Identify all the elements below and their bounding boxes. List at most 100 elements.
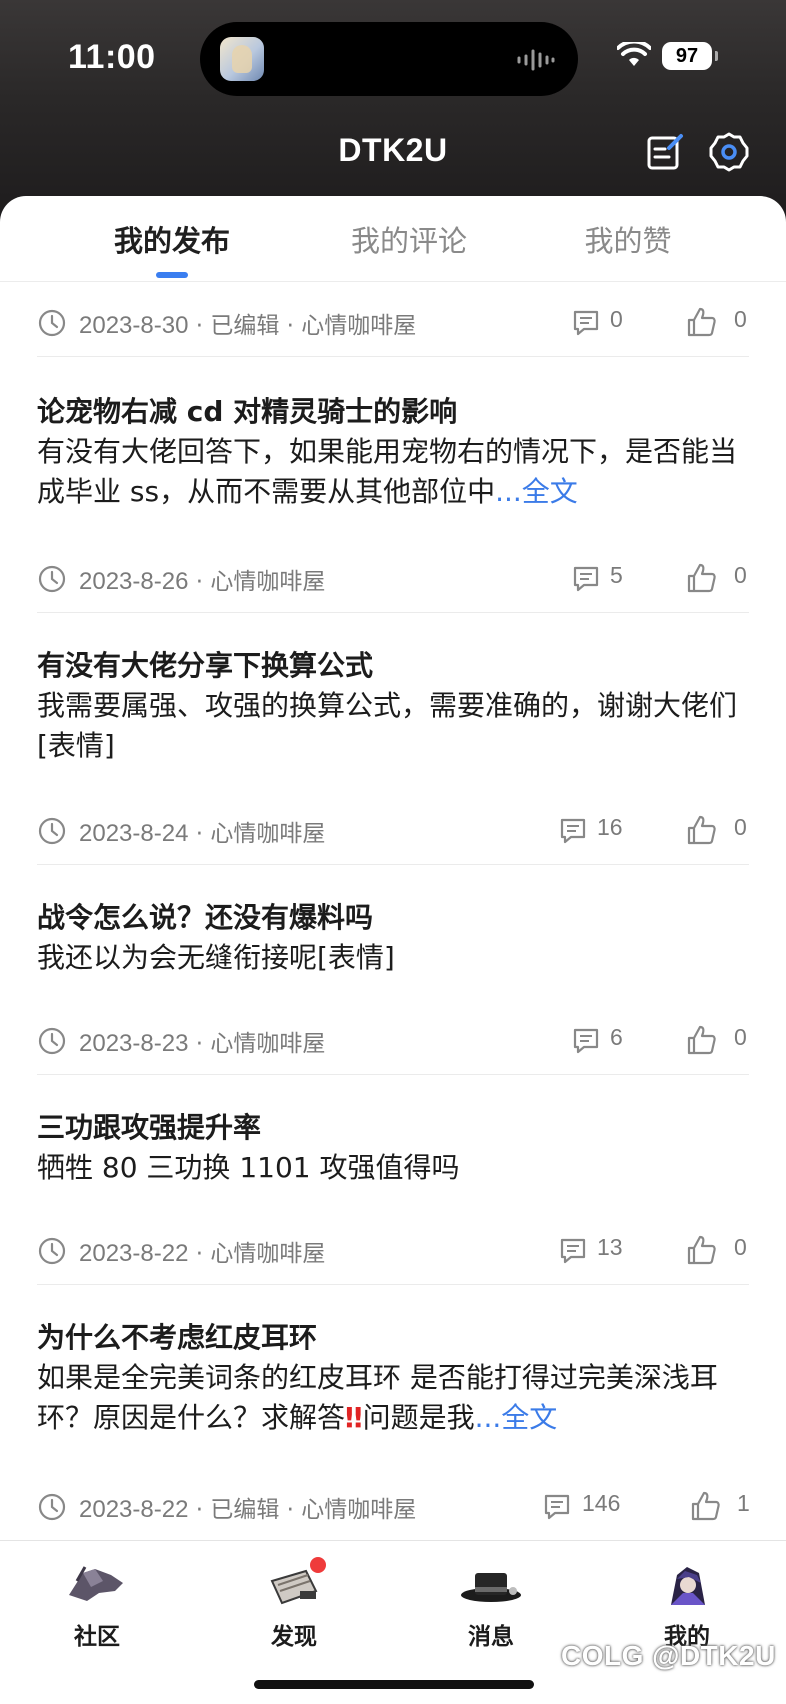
clock-icon: [38, 1493, 66, 1521]
tab-my-likes[interactable]: 我的赞: [528, 218, 728, 260]
post-body: 我还以为会无缝衔接呢[表情]: [37, 938, 749, 978]
wifi-icon: [617, 42, 651, 66]
profile-tabs: 我的发布 我的评论 我的赞: [0, 196, 786, 282]
forum-name[interactable]: 心情咖啡屋: [301, 1497, 416, 1523]
post-meta: 2023-8-22 · 心情咖啡屋 13 0: [37, 1230, 749, 1270]
post-title: 为什么不考虑红皮耳环: [37, 1321, 318, 1354]
community-icon: [37, 1561, 157, 1609]
post-item[interactable]: 战令怎么说？还没有爆料吗 我还以为会无缝衔接呢[表情]: [37, 898, 749, 978]
post-item[interactable]: 论宠物右减 cd 对精灵骑士的影响 有没有大佬回答下，如果能用宠物右的情况下，是…: [37, 392, 749, 512]
clock-icon: [38, 309, 66, 337]
post-item[interactable]: 为什么不考虑红皮耳环 如果是全完美词条的红皮耳环 是否能打得过完美深浅耳环？原因…: [37, 1318, 749, 1438]
dynamic-island[interactable]: [200, 22, 578, 96]
tab-discover[interactable]: 发现: [234, 1557, 354, 1651]
comment-count: 16: [597, 814, 623, 840]
post-body: 有没有大佬回答下，如果能用宠物右的情况下，是否能当成毕业 ss，从而不需要从其他…: [37, 432, 749, 512]
thumbs-up-icon[interactable]: [690, 1490, 722, 1522]
tab-messages[interactable]: 消息: [431, 1561, 551, 1651]
post-body-text: 有没有大佬回答下，如果能用宠物右的情况下，是否能当成毕业 ss，从而不需要从其他…: [37, 435, 738, 508]
divider: [37, 1284, 749, 1285]
post-meta: 2023-8-22 · 已编辑 · 心情咖啡屋 146 1: [37, 1486, 750, 1526]
like-count: 0: [734, 306, 747, 332]
audio-wave-icon: [517, 49, 555, 71]
post-meta-text: 2023-8-24 · 心情咖啡屋: [79, 814, 325, 848]
thumbs-up-icon[interactable]: [686, 1024, 718, 1056]
post-title: 论宠物右减 cd 对精灵骑士的影响: [37, 395, 458, 428]
home-indicator: [254, 1680, 534, 1689]
comment-count: 6: [610, 1024, 623, 1050]
like-count: 0: [734, 1234, 747, 1260]
divider: [37, 612, 749, 613]
comment-icon[interactable]: [558, 816, 588, 846]
tab-label: 社区: [74, 1624, 120, 1650]
post-date: 2023-8-22: [79, 1496, 189, 1523]
tab-community[interactable]: 社区: [37, 1561, 157, 1651]
tab-indicator: [156, 272, 188, 278]
tab-label: 消息: [468, 1624, 514, 1650]
forum-name[interactable]: 心情咖啡屋: [210, 821, 325, 847]
now-playing-avatar: [220, 37, 264, 81]
post-title: 有没有大佬分享下换算公式: [37, 649, 374, 682]
tab-me[interactable]: 我的: [627, 1561, 747, 1651]
clock-icon: [38, 565, 66, 593]
battery-indicator: 97: [662, 42, 718, 70]
read-more-link[interactable]: ...全文: [475, 1401, 558, 1434]
forum-name[interactable]: 心情咖啡屋: [210, 569, 325, 595]
post-body: 如果是全完美词条的红皮耳环 是否能打得过完美深浅耳环？原因是什么？求解答‼问题是…: [37, 1358, 749, 1438]
forum-name[interactable]: 心情咖啡屋: [210, 1241, 325, 1267]
post-meta: 2023-8-30 · 已编辑 · 心情咖啡屋 0 0: [37, 302, 749, 342]
content-sheet: 我的发布 我的评论 我的赞 2023-8-30 · 已编辑 · 心情咖啡屋 0 …: [0, 196, 786, 1704]
comment-count: 146: [582, 1490, 621, 1516]
post-date: 2023-8-30: [79, 312, 189, 339]
meta-separator: ·: [195, 821, 204, 847]
post-meta-text: 2023-8-22 · 已编辑 · 心情咖啡屋: [79, 1490, 416, 1524]
tab-my-posts[interactable]: 我的发布: [72, 218, 272, 260]
post-meta-text: 2023-8-30 · 已编辑 · 心情咖啡屋: [79, 306, 416, 340]
meta-separator: ·: [286, 1497, 294, 1523]
thumbs-up-icon[interactable]: [686, 306, 718, 338]
post-item[interactable]: 有没有大佬分享下换算公式 我需要属强、攻强的换算公式，需要准确的，谢谢大佬们[表…: [37, 646, 749, 766]
post-title: 战令怎么说？还没有爆料吗: [37, 901, 374, 934]
post-meta: 2023-8-26 · 心情咖啡屋 5 0: [37, 558, 749, 598]
double-exclamation-icon: ‼: [345, 1401, 363, 1434]
comment-icon[interactable]: [542, 1492, 572, 1522]
post-title: 三功跟攻强提升率: [37, 1111, 262, 1144]
post-date: 2023-8-26: [79, 568, 189, 595]
clock-icon: [38, 1027, 66, 1055]
discover-icon: [234, 1557, 354, 1609]
post-item[interactable]: 三功跟攻强提升率 牺牲 80 三功换 1101 攻强值得吗: [37, 1108, 749, 1188]
post-body: 牺牲 80 三功换 1101 攻强值得吗: [37, 1148, 749, 1188]
divider: [37, 1074, 749, 1075]
comment-icon[interactable]: [571, 1026, 601, 1056]
comment-icon[interactable]: [571, 564, 601, 594]
clock-icon: [38, 817, 66, 845]
edited-label: 已编辑: [210, 1497, 280, 1523]
thumbs-up-icon[interactable]: [686, 814, 718, 846]
read-more-link[interactable]: ...全文: [495, 475, 578, 508]
comment-icon[interactable]: [571, 308, 601, 338]
edit-icon[interactable]: [645, 132, 685, 172]
profile-avatar-icon: [627, 1561, 747, 1609]
post-body-text: 我需要属强、攻强的换算公式，需要准确的，谢谢大佬们[表情]: [37, 689, 738, 762]
gear-icon[interactable]: [708, 131, 750, 173]
forum-name[interactable]: 心情咖啡屋: [301, 313, 416, 339]
tab-label: 发现: [271, 1624, 317, 1650]
post-meta-text: 2023-8-26 · 心情咖啡屋: [79, 562, 325, 596]
post-meta: 2023-8-24 · 心情咖啡屋 16 0: [37, 810, 749, 850]
tab-my-comments[interactable]: 我的评论: [309, 218, 509, 260]
forum-name[interactable]: 心情咖啡屋: [210, 1031, 325, 1057]
thumbs-up-icon[interactable]: [686, 562, 718, 594]
post-meta-text: 2023-8-22 · 心情咖啡屋: [79, 1234, 325, 1268]
post-meta: 2023-8-23 · 心情咖啡屋 6 0: [37, 1020, 749, 1060]
meta-separator: ·: [195, 1031, 204, 1057]
comment-icon[interactable]: [558, 1236, 588, 1266]
post-body: 我需要属强、攻强的换算公式，需要准确的，谢谢大佬们[表情]: [37, 686, 749, 766]
watermark: COLG @DTK2U: [561, 1640, 776, 1671]
status-bar: 11:00 97: [0, 0, 786, 110]
edited-label: 已编辑: [210, 313, 280, 339]
divider: [37, 356, 749, 357]
messages-icon: [431, 1561, 551, 1609]
like-count: 0: [734, 814, 747, 840]
clock-icon: [38, 1237, 66, 1265]
thumbs-up-icon[interactable]: [686, 1234, 718, 1266]
